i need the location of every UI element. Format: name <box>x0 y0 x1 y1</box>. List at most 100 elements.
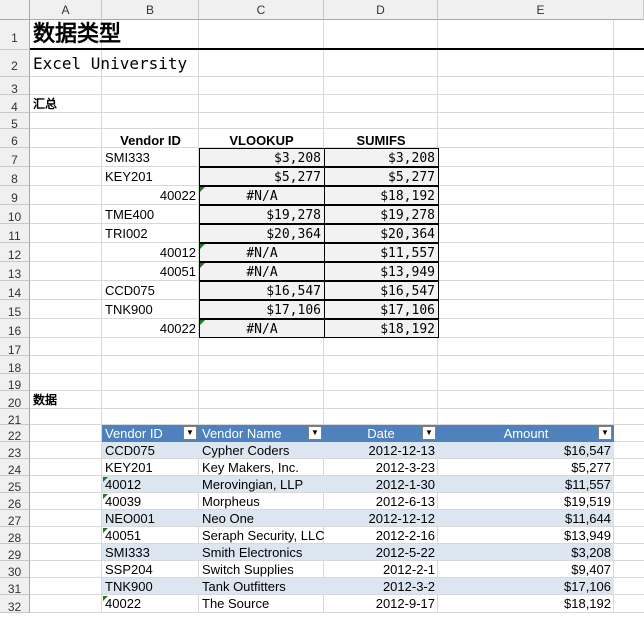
summary-vendor-id[interactable]: 40022 <box>102 186 199 205</box>
summary-vlookup-value[interactable]: $17,106 <box>199 300 325 319</box>
column-header-d[interactable]: D <box>324 0 438 20</box>
row-header-6[interactable]: 6 <box>0 129 30 148</box>
table-cell-date[interactable]: 2012-3-2 <box>324 578 438 594</box>
table-cell-vendor-name[interactable]: Key Makers, Inc. <box>199 459 324 475</box>
row-header-7[interactable]: 7 <box>0 148 30 167</box>
section-label-data[interactable]: 数据 <box>30 391 102 409</box>
summary-vlookup-value[interactable]: #N/A <box>199 319 325 338</box>
table-cell-amount[interactable]: $19,519 <box>438 493 614 509</box>
table-cell-vendor-id[interactable]: CCD075 <box>102 442 199 458</box>
row-header-9[interactable]: 9 <box>0 186 30 205</box>
summary-vendor-id[interactable]: SMI333 <box>102 148 199 167</box>
table-cell-amount[interactable]: $11,557 <box>438 476 614 492</box>
table-header-vendor-name[interactable]: Vendor Name <box>199 425 324 442</box>
summary-vlookup-value[interactable]: #N/A <box>199 186 325 205</box>
row-header-30[interactable]: 30 <box>0 561 30 579</box>
summary-header-vendor-id[interactable]: Vendor ID <box>102 129 199 148</box>
dropdown-arrow-icon[interactable]: ▼ <box>598 426 612 440</box>
table-cell-date[interactable]: 2012-1-30 <box>324 476 438 492</box>
summary-vendor-id[interactable]: TRI002 <box>102 224 199 243</box>
row-header-26[interactable]: 26 <box>0 493 30 511</box>
table-cell-date[interactable]: 2012-9-17 <box>324 595 438 612</box>
table-cell-amount[interactable]: $5,277 <box>438 459 614 475</box>
column-header-a[interactable]: A <box>30 0 102 20</box>
row-header-29[interactable]: 29 <box>0 544 30 562</box>
table-cell-vendor-name[interactable]: Switch Supplies <box>199 561 324 577</box>
summary-header-vlookup[interactable]: VLOOKUP <box>199 129 324 148</box>
summary-sumifs-value[interactable]: $16,547 <box>324 281 439 300</box>
row-header-5[interactable]: 5 <box>0 113 30 131</box>
row-header-18[interactable]: 18 <box>0 356 30 375</box>
summary-vlookup-value[interactable]: $3,208 <box>199 148 325 167</box>
table-header-date[interactable]: Date <box>324 425 438 442</box>
row-header-16[interactable]: 16 <box>0 319 30 338</box>
row-header-17[interactable]: 17 <box>0 338 30 357</box>
table-cell-vendor-id[interactable]: 40022 <box>102 595 199 612</box>
row-header-2[interactable]: 2 <box>0 50 30 77</box>
table-cell-vendor-name[interactable]: Tank Outfitters <box>199 578 324 594</box>
summary-sumifs-value[interactable]: $3,208 <box>324 148 439 167</box>
row-header-25[interactable]: 25 <box>0 476 30 494</box>
table-cell-date[interactable]: 2012-2-1 <box>324 561 438 577</box>
summary-vendor-id[interactable]: CCD075 <box>102 281 199 300</box>
row-header-19[interactable]: 19 <box>0 374 30 392</box>
summary-header-sumifs[interactable]: SUMIFS <box>324 129 438 148</box>
table-cell-date[interactable]: 2012-12-12 <box>324 510 438 526</box>
table-cell-vendor-id[interactable]: NEO001 <box>102 510 199 526</box>
table-cell-amount[interactable]: $18,192 <box>438 595 614 612</box>
table-cell-amount[interactable]: $9,407 <box>438 561 614 577</box>
summary-vlookup-value[interactable]: $19,278 <box>199 205 325 224</box>
summary-vlookup-value[interactable]: #N/A <box>199 243 325 262</box>
summary-vendor-id[interactable]: TME400 <box>102 205 199 224</box>
table-cell-vendor-id[interactable]: 40051 <box>102 527 199 543</box>
summary-vlookup-value[interactable]: $5,277 <box>199 167 325 186</box>
table-cell-vendor-name[interactable]: Neo One <box>199 510 324 526</box>
row-header-15[interactable]: 15 <box>0 300 30 319</box>
table-cell-vendor-name[interactable]: Merovingian, LLP <box>199 476 324 492</box>
table-cell-date[interactable]: 2012-5-22 <box>324 544 438 560</box>
row-header-32[interactable]: 32 <box>0 595 30 614</box>
column-header-c[interactable]: C <box>199 0 324 20</box>
sheet-title[interactable]: 数据类型 <box>30 20 330 50</box>
row-header-21[interactable]: 21 <box>0 409 30 427</box>
summary-sumifs-value[interactable]: $19,278 <box>324 205 439 224</box>
table-cell-amount[interactable]: $11,644 <box>438 510 614 526</box>
summary-sumifs-value[interactable]: $18,192 <box>324 319 439 338</box>
summary-vendor-id[interactable]: 40022 <box>102 319 199 338</box>
row-header-12[interactable]: 12 <box>0 243 30 262</box>
table-cell-vendor-id[interactable]: SSP204 <box>102 561 199 577</box>
table-cell-vendor-name[interactable]: Seraph Security, LLC <box>199 527 324 543</box>
summary-vendor-id[interactable]: KEY201 <box>102 167 199 186</box>
row-header-14[interactable]: 14 <box>0 281 30 300</box>
table-cell-vendor-id[interactable]: KEY201 <box>102 459 199 475</box>
row-header-1[interactable]: 1 <box>0 20 30 50</box>
table-cell-amount[interactable]: $13,949 <box>438 527 614 543</box>
row-header-10[interactable]: 10 <box>0 205 30 224</box>
table-cell-amount[interactable]: $17,106 <box>438 578 614 594</box>
table-header-amount[interactable]: Amount <box>438 425 614 442</box>
select-all-corner[interactable] <box>0 0 30 20</box>
row-header-28[interactable]: 28 <box>0 527 30 545</box>
dropdown-arrow-icon[interactable]: ▼ <box>308 426 322 440</box>
table-cell-date[interactable]: 2012-12-13 <box>324 442 438 458</box>
row-header-4[interactable]: 4 <box>0 95 30 114</box>
table-cell-vendor-name[interactable]: Morpheus <box>199 493 324 509</box>
table-cell-amount[interactable]: $16,547 <box>438 442 614 458</box>
table-cell-vendor-id[interactable]: TNK900 <box>102 578 199 594</box>
summary-vlookup-value[interactable]: $20,364 <box>199 224 325 243</box>
row-header-13[interactable]: 13 <box>0 262 30 281</box>
summary-vendor-id[interactable]: TNK900 <box>102 300 199 319</box>
sheet-subtitle[interactable]: Excel University <box>30 50 330 77</box>
row-header-31[interactable]: 31 <box>0 578 30 596</box>
dropdown-arrow-icon[interactable]: ▼ <box>422 426 436 440</box>
dropdown-arrow-icon[interactable]: ▼ <box>183 426 197 440</box>
table-cell-vendor-name[interactable]: Cypher Coders <box>199 442 324 458</box>
summary-vlookup-value[interactable]: $16,547 <box>199 281 325 300</box>
summary-sumifs-value[interactable]: $5,277 <box>324 167 439 186</box>
summary-sumifs-value[interactable]: $20,364 <box>324 224 439 243</box>
column-header-b[interactable]: B <box>102 0 199 20</box>
row-header-27[interactable]: 27 <box>0 510 30 528</box>
row-header-11[interactable]: 11 <box>0 224 30 243</box>
table-cell-date[interactable]: 2012-3-23 <box>324 459 438 475</box>
table-cell-vendor-id[interactable]: 40039 <box>102 493 199 509</box>
